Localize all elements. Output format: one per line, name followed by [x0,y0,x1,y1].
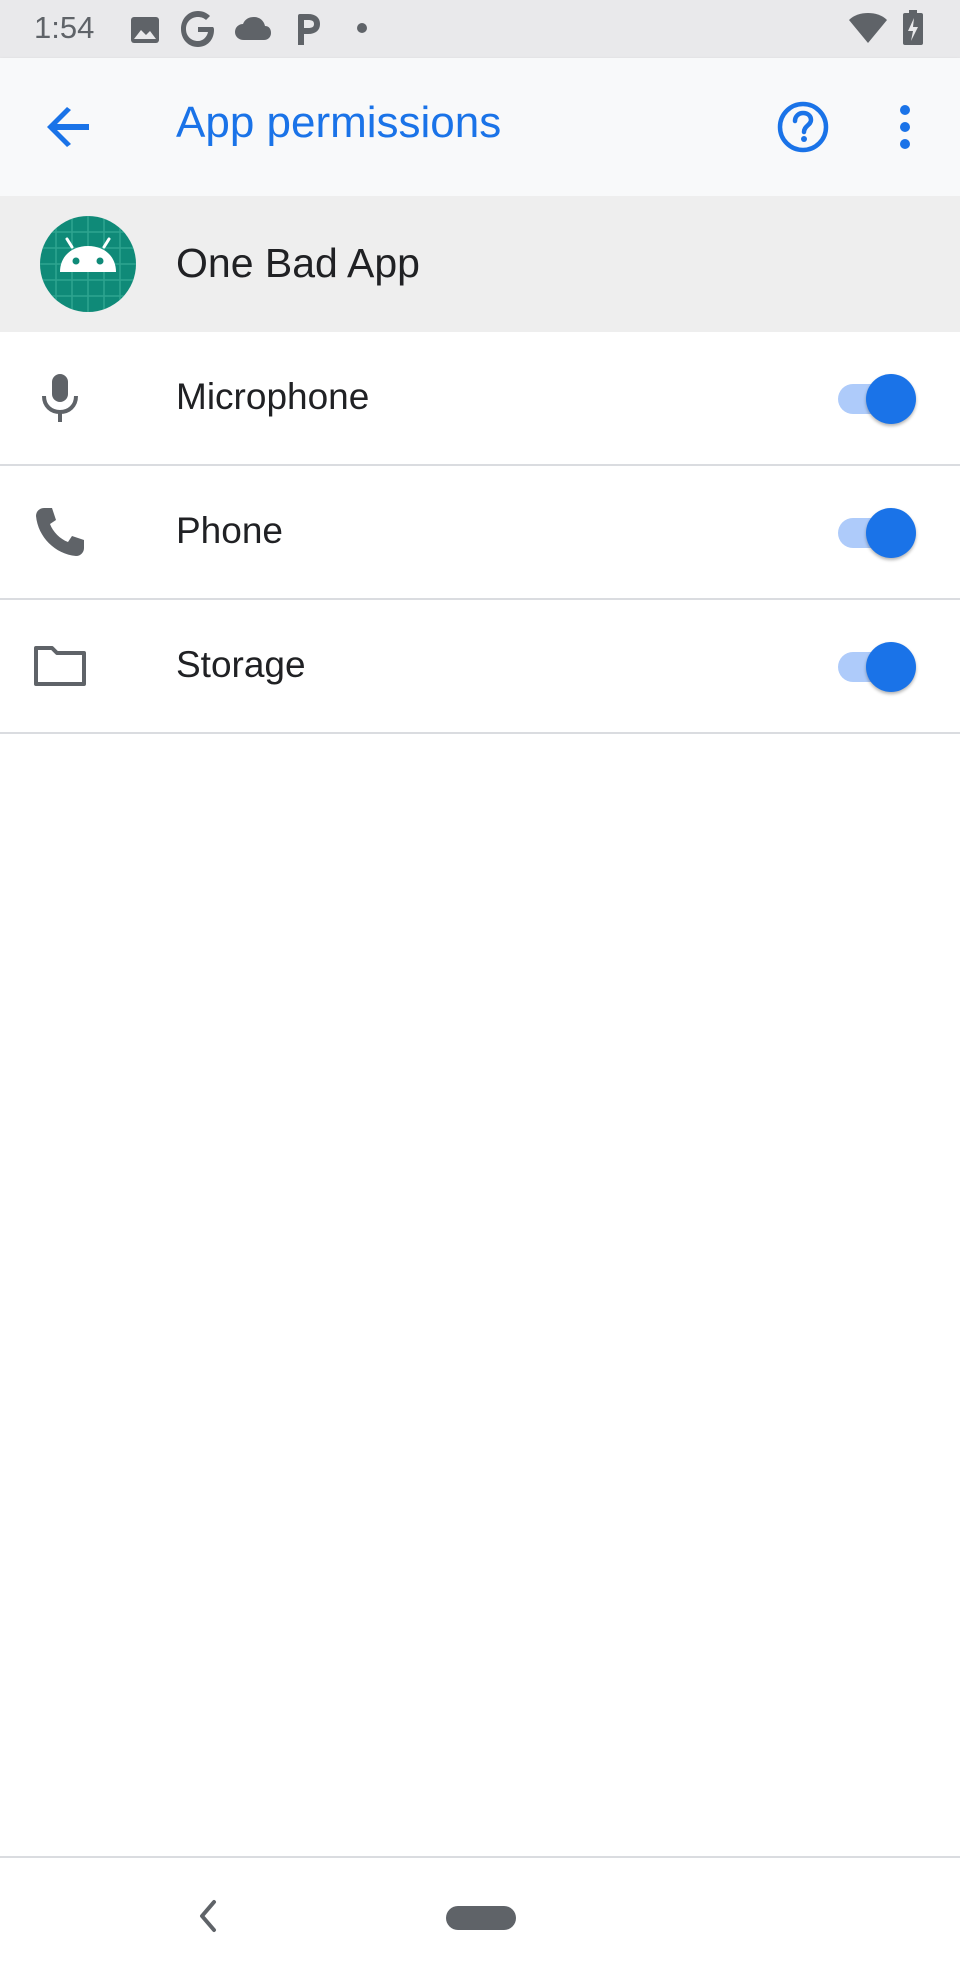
home-pill-icon[interactable] [446,1906,516,1930]
phone-icon [30,502,90,562]
nav-back-icon[interactable] [194,1898,222,1939]
dot-icon [356,22,368,34]
permission-row-storage[interactable]: Storage [0,600,960,734]
permission-label: Phone [176,510,283,551]
google-g-icon [180,10,216,48]
app-header: One Bad App [0,196,960,332]
app-bar: App permissions [0,58,960,196]
help-circle-icon [777,101,829,153]
toggle-thumb [866,508,916,558]
more-options-button[interactable] [870,92,940,162]
microphone-toggle[interactable] [834,368,916,428]
permission-row-microphone[interactable]: Microphone [0,332,960,466]
permission-label: Storage [176,644,306,685]
navigation-bar [0,1856,960,1974]
permission-row-phone[interactable]: Phone [0,466,960,600]
help-button[interactable] [768,92,838,162]
toggle-thumb [866,642,916,692]
more-vert-icon [899,105,911,149]
p-app-icon [292,12,322,46]
page-title: App permissions [176,98,502,147]
status-time: 1:54 [34,10,95,45]
cloud-icon [234,16,272,40]
storage-toggle[interactable] [834,636,916,696]
toggle-thumb [866,374,916,424]
permission-label: Microphone [176,376,370,417]
back-button[interactable] [34,92,104,162]
image-icon [130,16,160,44]
phone-toggle[interactable] [834,502,916,562]
folder-icon [30,636,90,696]
microphone-icon [30,368,90,428]
battery-charging-icon [902,10,924,46]
android-icon [40,216,136,312]
wifi-icon [848,12,888,44]
status-bar: 1:54 [0,0,960,58]
arrow-left-icon [47,107,91,147]
app-name: One Bad App [176,240,420,286]
